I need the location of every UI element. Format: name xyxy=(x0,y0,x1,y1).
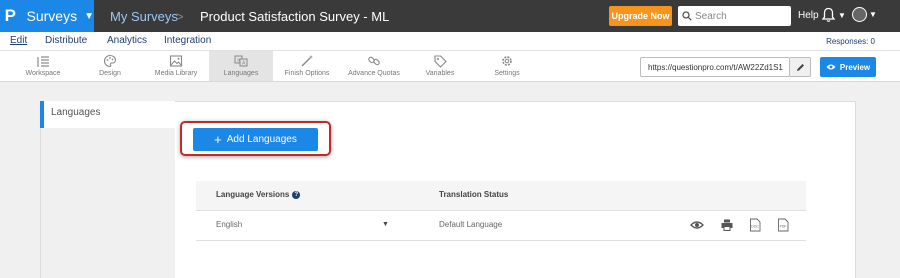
upgrade-now-button[interactable]: Upgrade Now xyxy=(609,6,672,26)
svg-text:a: a xyxy=(237,58,240,64)
language-select[interactable]: English xyxy=(216,220,242,229)
translation-status: Default Language xyxy=(439,220,503,229)
toolbar-label: Finish Options xyxy=(284,70,330,77)
image-icon xyxy=(169,55,183,67)
doc-file-icon: DOC xyxy=(750,218,761,232)
caret-down-icon: ▼ xyxy=(84,10,94,22)
breadcrumb-my-surveys[interactable]: My Surveys xyxy=(110,9,178,24)
survey-url-field[interactable]: https://questionpro.com/t/AW22Zd1S1 xyxy=(640,57,790,77)
help-icon[interactable]: ? xyxy=(292,190,301,199)
search-input[interactable] xyxy=(695,10,785,22)
help-link[interactable]: Help xyxy=(798,10,819,21)
add-languages-label: Add Languages xyxy=(226,134,297,145)
gear-icon xyxy=(502,56,512,66)
app-name: Surveys xyxy=(26,8,78,24)
side-column xyxy=(41,128,175,278)
avatar xyxy=(852,7,867,22)
svg-text:PDF: PDF xyxy=(780,225,787,229)
print-icon xyxy=(721,219,733,231)
toolbar-advance-quotas[interactable]: Advance Quotas xyxy=(346,51,402,81)
toolbar-workspace[interactable]: Workspace xyxy=(20,51,66,81)
column-header-translation-status: Translation Status xyxy=(439,190,509,199)
toolbar-label: Settings xyxy=(494,70,520,77)
preview-language-button[interactable] xyxy=(690,217,704,233)
tag-icon xyxy=(434,55,447,68)
download-pdf-button[interactable]: PDF xyxy=(776,217,790,233)
toolbar-label: Design xyxy=(99,70,121,77)
toolbar-finish-options[interactable]: Finish Options xyxy=(282,51,332,81)
toolbar-languages[interactable]: aA Languages xyxy=(209,51,273,81)
eye-icon xyxy=(826,64,836,70)
caret-down-icon: ▼ xyxy=(869,10,877,19)
link-icon xyxy=(368,56,380,66)
print-button[interactable] xyxy=(720,217,734,233)
toolbar-label: Workspace xyxy=(25,70,61,77)
svg-text:DOC: DOC xyxy=(751,225,759,229)
nav-distribute[interactable]: Distribute xyxy=(45,35,87,46)
eye-icon xyxy=(690,221,704,229)
bell-icon xyxy=(821,7,836,22)
palette-icon xyxy=(104,54,117,68)
add-languages-button[interactable]: + Add Languages xyxy=(193,128,318,151)
nav-integration[interactable]: Integration xyxy=(164,35,211,46)
toolbar-label: Languages xyxy=(223,70,259,77)
toolbar-media-library[interactable]: Media Library xyxy=(148,51,204,81)
search-box[interactable] xyxy=(678,6,791,26)
edit-url-button[interactable] xyxy=(790,57,811,77)
table-row: English ▼ Default Language DOC PDF xyxy=(196,211,806,241)
secondary-nav: Edit Distribute Analytics Integration Re… xyxy=(0,32,900,51)
pencil-icon xyxy=(796,63,804,71)
top-bar: P Surveys ▼ My Surveys > Product Satisfa… xyxy=(0,0,900,32)
caret-down-icon[interactable]: ▼ xyxy=(382,221,389,228)
download-doc-button[interactable]: DOC xyxy=(748,217,762,233)
preview-label: Preview xyxy=(839,62,871,72)
toolbar-design[interactable]: Design xyxy=(88,51,132,81)
languages-table-header: Language Versions? Translation Status xyxy=(196,181,806,211)
search-icon xyxy=(682,11,692,21)
questionpro-logo: P xyxy=(4,6,16,25)
pdf-file-icon: PDF xyxy=(778,218,789,232)
breadcrumb-separator: > xyxy=(176,9,184,24)
product-switcher[interactable]: P Surveys ▼ xyxy=(0,0,94,32)
toolbar-variables[interactable]: Variables xyxy=(421,51,459,81)
caret-down-icon: ▼ xyxy=(838,10,846,20)
nav-edit[interactable]: Edit xyxy=(10,35,27,46)
column-header-label: Language Versions xyxy=(216,190,290,199)
toolbar-label: Advance Quotas xyxy=(348,70,400,77)
toolbar-label: Media Library xyxy=(154,70,198,77)
notifications-button[interactable]: ▼ xyxy=(821,7,846,23)
toolbar-label: Variables xyxy=(425,70,455,77)
responses-count[interactable]: Responses: 0 xyxy=(826,37,875,46)
workspace-icon xyxy=(37,56,49,67)
survey-title: Product Satisfaction Survey - ML xyxy=(200,9,390,24)
column-header-language-versions: Language Versions? xyxy=(216,190,301,199)
languages-section-tab[interactable]: Languages xyxy=(40,101,175,128)
toolbar-settings[interactable]: Settings xyxy=(489,51,525,81)
preview-button[interactable]: Preview xyxy=(820,57,876,77)
translate-icon: aA xyxy=(234,55,248,67)
user-menu[interactable]: ▼ xyxy=(852,7,877,22)
plus-icon: + xyxy=(214,132,222,147)
nav-analytics[interactable]: Analytics xyxy=(107,35,147,46)
magic-wand-icon xyxy=(301,55,313,67)
